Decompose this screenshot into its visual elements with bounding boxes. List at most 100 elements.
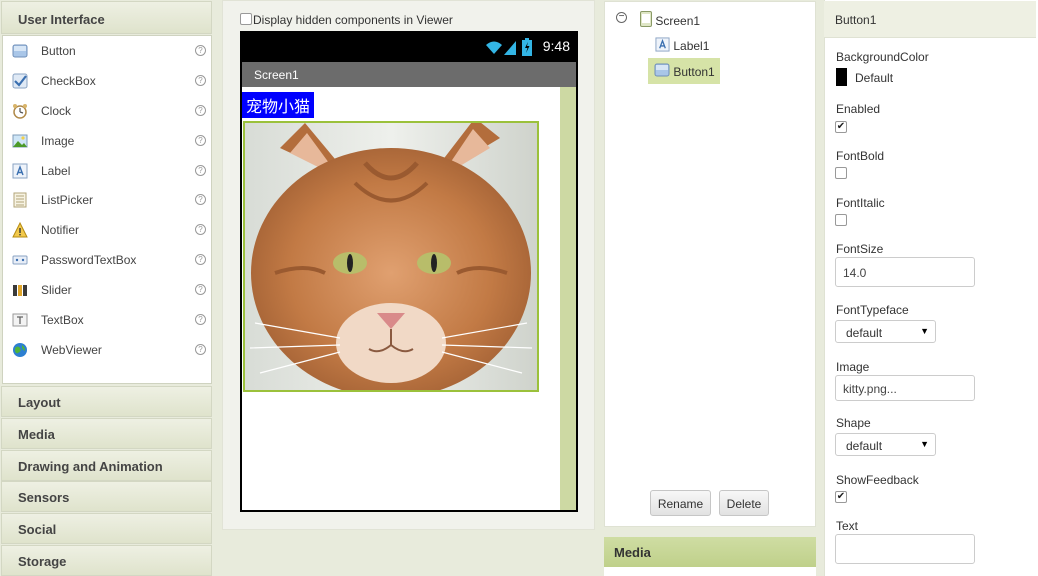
label-icon — [12, 163, 28, 179]
prop-enabled-label: Enabled — [836, 102, 881, 116]
prop-fonttypeface-select[interactable]: default ▼ — [835, 320, 936, 343]
screen-title-bar: Screen1 — [242, 62, 576, 87]
prop-text-input[interactable] — [835, 534, 975, 564]
prop-shape-label: Shape — [836, 416, 871, 430]
clock-icon — [13, 104, 27, 119]
prop-text-label: Text — [836, 519, 859, 533]
collapse-icon[interactable]: − — [616, 12, 627, 23]
help-icon[interactable]: ? — [195, 45, 206, 56]
palette-item-label: Image — [41, 134, 75, 148]
palette-item-notifier[interactable]: Notifier ? — [3, 218, 211, 244]
palette-item-label: TextBox — [41, 313, 84, 327]
prop-image-picker[interactable]: kitty.png... — [835, 375, 975, 401]
properties-header: Button1 — [824, 1, 1036, 38]
help-icon[interactable]: ? — [195, 314, 206, 325]
prop-fontbold-checkbox[interactable] — [835, 167, 847, 179]
signal-icon — [504, 41, 516, 55]
help-icon[interactable]: ? — [195, 135, 206, 146]
status-time: 9:48 — [542, 38, 570, 54]
help-icon[interactable]: ? — [195, 284, 206, 295]
webviewer-icon — [13, 343, 27, 357]
properties-panel — [824, 0, 1038, 576]
palette-category-layout[interactable]: Layout — [1, 386, 212, 417]
palette-item-label: PasswordTextBox — [41, 253, 137, 267]
checkbox-icon — [12, 73, 28, 89]
palette-item-label: Notifier — [41, 223, 80, 237]
prop-fonttypeface-value: default — [846, 326, 883, 340]
prop-shape-value: default — [846, 439, 883, 453]
button1-preview[interactable] — [243, 121, 539, 392]
palette-item-passwordtextbox[interactable]: PasswordTextBox ? — [3, 248, 211, 274]
tree-item-button1[interactable]: Button1 — [654, 62, 715, 79]
media-panel-header[interactable]: Media — [604, 537, 816, 567]
help-icon[interactable]: ? — [195, 165, 206, 176]
palette-item-webviewer[interactable]: WebViewer ? — [3, 338, 211, 364]
help-icon[interactable]: ? — [195, 105, 206, 116]
tree-item-label1[interactable]: Label1 — [655, 37, 709, 53]
image-icon — [12, 134, 28, 148]
display-hidden-components-toggle[interactable]: Display hidden components in Viewer — [240, 13, 453, 27]
button-icon — [654, 63, 670, 77]
palette-item-label: CheckBox — [41, 74, 96, 88]
palette-panel: User Interface Button ? CheckBox ? Clock… — [0, 0, 214, 576]
tree-item-label: Label1 — [673, 39, 710, 53]
palette-item-checkbox[interactable]: CheckBox ? — [3, 69, 211, 95]
help-icon[interactable]: ? — [195, 344, 206, 355]
display-hidden-checkbox[interactable] — [240, 13, 252, 25]
prop-showfeedback-checkbox[interactable]: ✔ — [835, 491, 847, 503]
rename-button[interactable]: Rename — [650, 490, 711, 516]
palette-category-storage[interactable]: Storage — [1, 545, 212, 576]
prop-fontitalic-checkbox[interactable] — [835, 214, 847, 226]
prop-backgroundcolor-value[interactable]: Default — [855, 71, 893, 85]
tree-item-label: Button1 — [673, 65, 715, 79]
prop-fontsize-input[interactable]: 14.0 — [835, 257, 975, 287]
palette-item-label: Clock — [41, 104, 72, 118]
media-panel-body — [604, 567, 816, 576]
label1-preview[interactable]: 宠物小猫 — [242, 92, 315, 118]
palette-item-listpicker[interactable]: ListPicker ? — [3, 188, 211, 214]
phone-preview: 9:48 Screen1 宠物小猫 — [240, 31, 578, 512]
prop-backgroundcolor-label: BackgroundColor — [836, 50, 929, 64]
help-icon[interactable]: ? — [195, 194, 206, 205]
slider-icon — [13, 285, 27, 296]
color-swatch[interactable] — [836, 68, 847, 86]
chevron-down-icon: ▼ — [920, 326, 929, 336]
prop-fontbold-label: FontBold — [836, 149, 885, 163]
palette-category-drawing-and-animation[interactable]: Drawing and Animation — [1, 450, 212, 481]
tree-item-screen1[interactable]: Screen1 — [640, 11, 700, 28]
prop-image-label: Image — [836, 360, 870, 374]
prop-showfeedback-label: ShowFeedback — [836, 473, 919, 487]
palette-item-clock[interactable]: Clock ? — [3, 99, 211, 125]
listpicker-icon — [13, 192, 27, 208]
help-icon[interactable]: ? — [195, 75, 206, 86]
cat-photo — [245, 123, 537, 390]
tree-item-label: Screen1 — [655, 14, 701, 28]
label-icon — [655, 37, 670, 52]
chevron-down-icon: ▼ — [920, 439, 929, 449]
palette-item-label: Button — [41, 44, 76, 58]
palette-category-social[interactable]: Social — [1, 513, 212, 544]
palette-item-image[interactable]: Image ? — [3, 129, 211, 155]
palette-item-label[interactable]: Label ? — [3, 159, 211, 185]
help-icon[interactable]: ? — [195, 254, 206, 265]
button-icon — [12, 44, 28, 58]
palette-item-button[interactable]: Button ? — [3, 39, 211, 65]
palette-item-slider[interactable]: Slider ? — [3, 278, 211, 304]
palette-item-label: Slider — [41, 283, 72, 297]
prop-fontitalic-label: FontItalic — [836, 196, 885, 210]
palette-category-media[interactable]: Media — [1, 418, 212, 449]
prop-fontsize-label: FontSize — [836, 242, 884, 256]
prop-shape-select[interactable]: default ▼ — [835, 433, 936, 456]
help-icon[interactable]: ? — [195, 224, 206, 235]
palette-category-user-interface[interactable]: User Interface — [1, 1, 212, 34]
viewer-scrollbar[interactable] — [560, 87, 576, 510]
palette-item-label: Label — [41, 164, 71, 178]
notifier-icon — [12, 222, 28, 238]
palette-list: Button ? CheckBox ? Clock ? Image ? Labe… — [2, 35, 212, 384]
palette-item-label: WebViewer — [41, 343, 102, 357]
palette-item-textbox[interactable]: TextBox ? — [3, 308, 211, 334]
prop-enabled-checkbox[interactable]: ✔ — [835, 121, 847, 133]
palette-category-sensors[interactable]: Sensors — [1, 481, 212, 512]
delete-button[interactable]: Delete — [719, 490, 769, 516]
palette-item-label: ListPicker — [41, 193, 94, 207]
